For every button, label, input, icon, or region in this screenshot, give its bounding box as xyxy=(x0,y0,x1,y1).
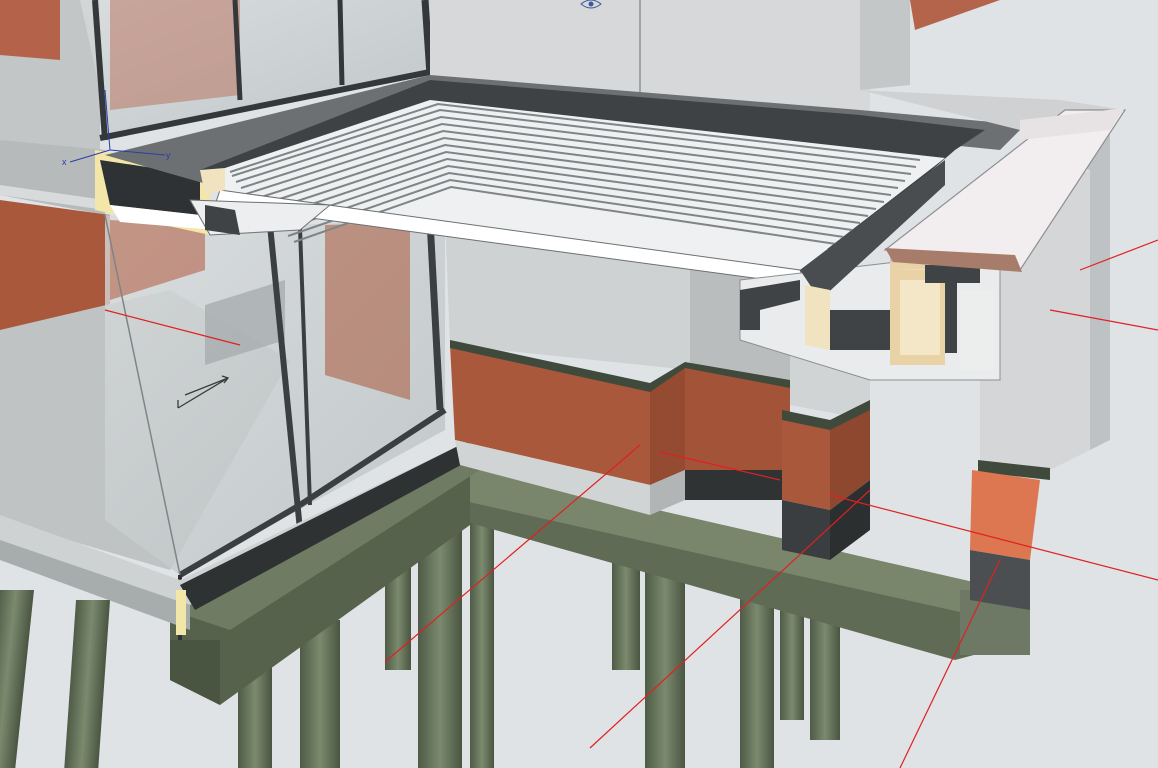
model-canvas[interactable]: y x xyxy=(0,0,1158,768)
eye-icon[interactable] xyxy=(580,0,602,10)
axis-label-x: x xyxy=(62,157,67,167)
axis-label-y: y xyxy=(166,150,171,160)
3d-viewport[interactable]: y x xyxy=(0,0,1158,768)
